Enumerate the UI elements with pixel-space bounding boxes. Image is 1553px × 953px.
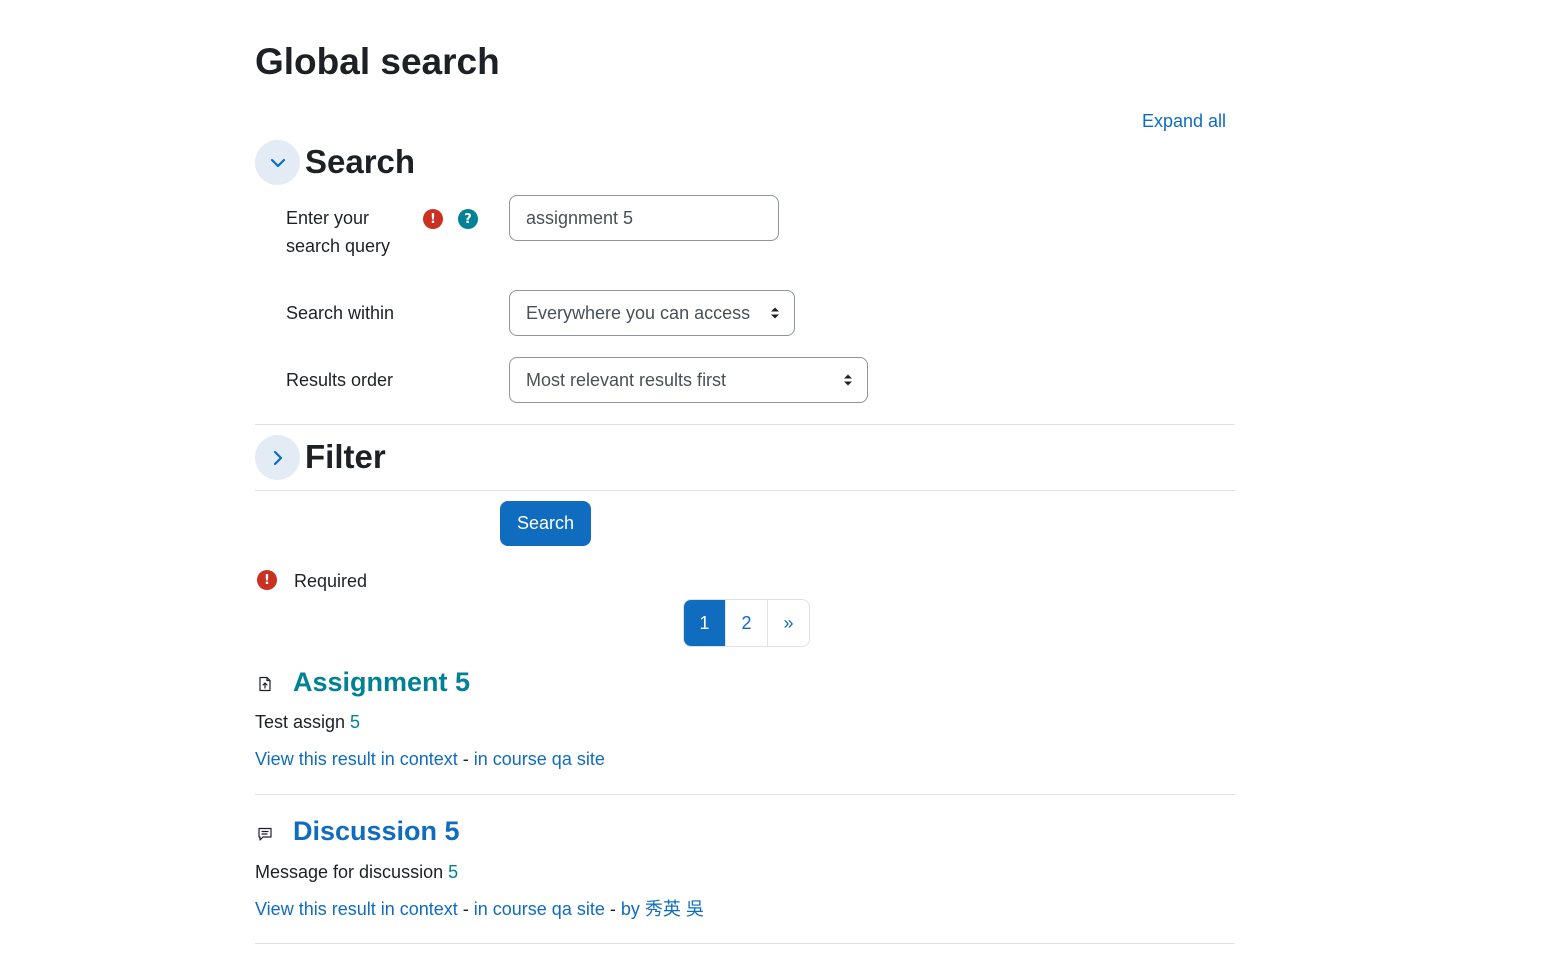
search-within-label: Search within (286, 303, 395, 323)
page-title: Global search (255, 41, 500, 82)
search-within-select[interactable]: Everywhere you can access (509, 290, 795, 336)
select-arrows-icon (844, 374, 852, 386)
view-in-context-link[interactable]: View this result in context (255, 749, 458, 769)
results-order-select[interactable]: Most relevant results first (509, 357, 868, 403)
results-order-label: Results order (286, 370, 394, 390)
next-page-link[interactable]: » (767, 600, 809, 646)
help-icon[interactable]: ? (458, 209, 478, 229)
filter-section-expand-toggle[interactable] (255, 435, 300, 480)
page-1-link[interactable]: 1 (684, 600, 725, 646)
result-links: View this result in context - in course … (255, 746, 605, 772)
result-snippet: Message for discussion 5 (255, 859, 458, 885)
chevron-right-icon (273, 450, 282, 465)
chevron-down-icon (270, 158, 285, 167)
course-link[interactable]: in course qa site (474, 899, 605, 919)
result-links: View this result in context - in course … (255, 896, 704, 922)
required-icon: ! (257, 570, 277, 590)
result-divider (255, 794, 1235, 795)
pagination: 1 2 » (683, 599, 810, 647)
link-separator: - (457, 899, 474, 919)
result-snippet-highlight: 5 (448, 862, 459, 882)
results-order-value: Most relevant results first (526, 369, 727, 390)
result-snippet-text: Test assign (255, 712, 351, 732)
view-in-context-link[interactable]: View this result in context (255, 899, 458, 919)
section-divider (255, 490, 1235, 491)
search-button[interactable]: Search (500, 501, 591, 546)
result-title-link[interactable]: Discussion 5 (293, 813, 460, 849)
assignment-icon (259, 676, 271, 692)
search-query-input[interactable]: assignment 5 (509, 195, 779, 241)
page-2-link[interactable]: 2 (725, 600, 767, 646)
required-legend-label: Required (294, 571, 368, 591)
result-snippet-text: Message for discussion (255, 862, 449, 882)
course-link[interactable]: in course qa site (474, 749, 605, 769)
search-within-value: Everywhere you can access (526, 302, 751, 323)
result-snippet-highlight: 5 (350, 712, 361, 732)
filter-section-heading: Filter (305, 438, 386, 475)
result-snippet: Test assign 5 (255, 709, 360, 735)
expand-all-link[interactable]: Expand all (1142, 109, 1226, 133)
section-divider (255, 424, 1235, 425)
result-divider (255, 943, 1235, 944)
select-arrows-icon (771, 307, 779, 319)
forum-icon (258, 827, 272, 841)
link-separator: - (604, 899, 621, 919)
result-title-link[interactable]: Assignment 5 (293, 664, 470, 700)
search-section-collapse-toggle[interactable] (255, 140, 300, 185)
search-query-label: Enter your search query (286, 208, 391, 256)
link-separator: - (457, 749, 474, 769)
search-section-heading: Search (305, 143, 416, 180)
required-icon: ! (423, 209, 443, 229)
author-link[interactable]: by 秀英 吳 (621, 899, 704, 919)
